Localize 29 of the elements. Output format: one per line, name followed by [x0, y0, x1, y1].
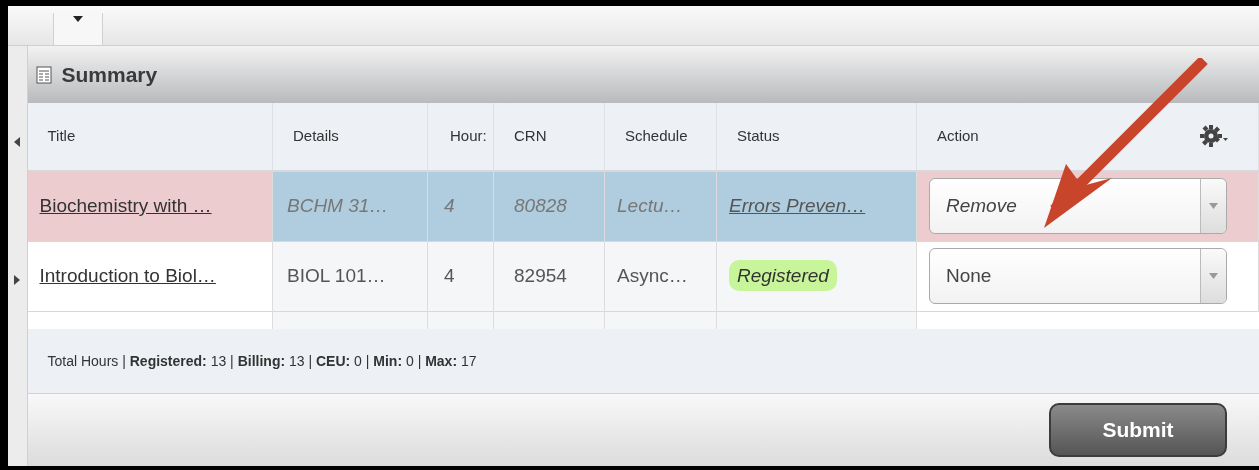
settings-icon[interactable]: [1198, 123, 1229, 149]
left-arrow-icon[interactable]: [13, 136, 22, 148]
crn: 82954: [514, 264, 567, 286]
submit-button[interactable]: Submit: [1049, 403, 1227, 457]
action-dropdown[interactable]: None: [929, 248, 1227, 304]
column-header[interactable]: Title: [47, 127, 76, 145]
course-details: BIOL 101…: [287, 264, 386, 286]
status-link[interactable]: Errors Preven…: [729, 195, 866, 216]
right-arrow-icon[interactable]: [13, 274, 22, 286]
action-dropdown[interactable]: Remove: [929, 178, 1227, 235]
column-header[interactable]: Schedule: [625, 127, 688, 145]
column-header[interactable]: CRN: [514, 127, 547, 145]
course-details: BCHM 31…: [287, 195, 389, 216]
column-header[interactable]: Status: [737, 127, 780, 145]
schedule-type: Async…: [617, 264, 688, 286]
column-header[interactable]: Details: [293, 127, 339, 145]
schedule-type: Lectu…: [617, 195, 683, 216]
table-icon: [35, 65, 52, 84]
status-badge: Registered: [729, 259, 837, 291]
panel-title: Summary: [61, 61, 158, 88]
column-header[interactable]: Hour:: [450, 127, 487, 145]
credit-hours: 4: [444, 264, 455, 286]
crn: 80828: [514, 195, 567, 216]
credit-hours: 4: [444, 195, 455, 216]
dropdown-icon[interactable]: [72, 15, 84, 23]
column-header[interactable]: Action: [937, 127, 979, 145]
total-hours-summary: Total Hours | Registered: 13 | Billing: 13 | CEU: 0 | Min: 0 | Max: 17: [47, 351, 477, 371]
caret-icon: [1209, 203, 1218, 210]
caret-icon: [1209, 273, 1218, 279]
